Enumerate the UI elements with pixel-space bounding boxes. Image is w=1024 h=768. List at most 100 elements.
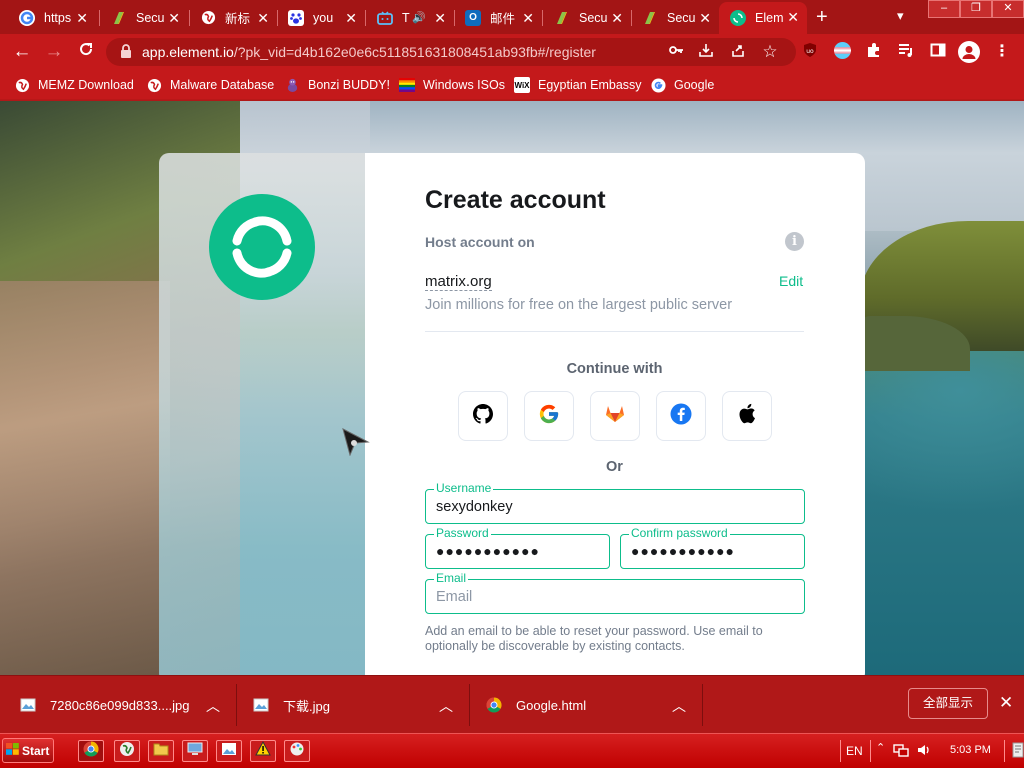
info-icon[interactable]: i <box>785 232 804 251</box>
close-icon[interactable]: ✕ <box>522 10 534 27</box>
monitor-icon <box>187 742 203 761</box>
clock[interactable]: 5:03 PM <box>950 744 991 756</box>
download-item[interactable]: 7280c86e099d833....jpg <box>20 676 190 734</box>
minimize-button[interactable]: – <box>928 0 960 18</box>
taskbar-paint-button[interactable] <box>284 740 310 762</box>
sso-google-button[interactable] <box>524 391 574 441</box>
url-text[interactable]: app.element.io/?pk_vid=d4b162e0e6c511851… <box>142 44 596 60</box>
share-icon[interactable] <box>728 42 748 62</box>
bookmark-label: Bonzi BUDDY! <box>308 78 390 92</box>
show-all-downloads-button[interactable]: 全部显示 <box>908 688 988 719</box>
tab-title: you <box>313 10 334 25</box>
tab-8[interactable]: Secu ✕ <box>631 3 719 32</box>
download-item[interactable]: Google.html <box>486 676 586 734</box>
download-separator <box>702 684 703 726</box>
media-queue-icon[interactable] <box>896 42 916 62</box>
bookmark-bonzi-buddy[interactable]: Bonzi BUDDY! <box>284 76 390 94</box>
close-icon[interactable]: ✕ <box>787 9 799 26</box>
tab-element-active[interactable]: Elem ✕ <box>719 2 807 34</box>
close-window-button[interactable]: ✕ <box>992 0 1024 18</box>
image-file-icon <box>20 697 36 713</box>
language-indicator[interactable]: EN <box>846 744 863 758</box>
network-icon[interactable] <box>892 742 910 761</box>
image-file-icon <box>221 742 237 761</box>
close-icon[interactable]: ✕ <box>434 10 446 27</box>
tab-3[interactable]: 新标 ✕ <box>189 3 277 32</box>
puzzle-icon[interactable] <box>864 42 884 62</box>
svg-text:uo: uo <box>806 48 814 55</box>
confirm-password-field[interactable]: Confirm password ●●●●●●●●●●● <box>620 527 805 569</box>
tab-2[interactable]: Secu ✕ <box>100 3 188 32</box>
tray-expand-icon[interactable]: ⌃ <box>876 741 885 754</box>
bookmark-google[interactable]: Google <box>650 76 714 94</box>
chevron-up-icon[interactable]: ︿ <box>439 696 453 716</box>
start-button[interactable]: Start <box>2 738 54 763</box>
sso-gitlab-button[interactable] <box>590 391 640 441</box>
forward-button[interactable]: → <box>42 40 66 64</box>
bookmark-memz[interactable]: MEMZ Download <box>14 76 134 94</box>
tab-4[interactable]: you ✕ <box>277 3 365 32</box>
globe-icon <box>146 77 162 93</box>
close-icon[interactable]: ✕ <box>611 10 623 27</box>
download-item[interactable]: 下载.jpg <box>253 676 330 734</box>
back-button[interactable]: ← <box>10 40 34 64</box>
maximize-button[interactable]: ❐ <box>960 0 992 18</box>
chevron-up-icon[interactable]: ︿ <box>672 696 686 716</box>
close-icon[interactable]: ✕ <box>257 10 269 27</box>
chevron-up-icon[interactable]: ︿ <box>206 696 220 716</box>
tab-6[interactable]: O 邮件 ✕ <box>454 3 542 32</box>
bookmark-egyptian-embassy[interactable]: WiX Egyptian Embassy <box>514 76 642 94</box>
tab-7[interactable]: Secu ✕ <box>543 3 631 32</box>
key-icon[interactable] <box>666 42 686 62</box>
edit-server-link[interactable]: Edit <box>779 273 803 289</box>
volume-icon[interactable] <box>916 742 932 761</box>
close-icon[interactable]: ✕ <box>999 693 1013 713</box>
download-separator <box>236 684 237 726</box>
action-center-icon[interactable] <box>1012 742 1024 761</box>
star-icon[interactable]: ☆ <box>760 42 780 62</box>
lock-icon[interactable] <box>118 43 134 59</box>
reload-button[interactable] <box>74 40 98 64</box>
windows-logo-icon <box>6 743 19 758</box>
page-viewport: Create account Host account on i matrix.… <box>0 101 1024 675</box>
profile-avatar[interactable] <box>958 41 980 63</box>
email-field[interactable]: Email Email <box>425 572 805 614</box>
tab-strip: https ✕ Secu ✕ 新标 ✕ you ✕ T 🔊 ✕ O 邮件 ✕ S… <box>0 0 1024 34</box>
bookmark-malware-database[interactable]: Malware Database <box>146 76 274 94</box>
speaker-icon[interactable]: 🔊 <box>412 11 426 24</box>
tray-separator <box>1004 740 1005 762</box>
close-icon[interactable]: ✕ <box>76 10 88 27</box>
taskbar-warning-button[interactable] <box>250 740 276 762</box>
taskbar-explorer-button[interactable] <box>148 740 174 762</box>
sso-github-button[interactable] <box>458 391 508 441</box>
address-bar[interactable]: app.element.io/?pk_vid=d4b162e0e6c511851… <box>106 38 796 66</box>
security-site-icon <box>642 10 658 26</box>
register-form-panel: Create account Host account on i matrix.… <box>365 153 865 675</box>
github-icon <box>473 403 493 429</box>
taskbar-control-panel-button[interactable] <box>182 740 208 762</box>
password-field[interactable]: Password ●●●●●●●●●●● <box>425 527 610 569</box>
sso-facebook-button[interactable] <box>656 391 706 441</box>
sso-apple-button[interactable] <box>722 391 772 441</box>
browser-toolbar: ← → app.element.io/?pk_vid=d4b162e0e6c51… <box>0 34 1024 70</box>
tab-search-chevron-icon[interactable]: ▾ <box>897 8 904 24</box>
username-field[interactable]: Username sexydonkey <box>425 482 805 524</box>
taskbar-image-viewer-button[interactable] <box>216 740 242 762</box>
close-icon[interactable]: ✕ <box>345 10 357 27</box>
new-tab-button[interactable]: + <box>816 6 828 29</box>
close-icon[interactable]: ✕ <box>699 10 711 27</box>
tab-1[interactable]: https ✕ <box>8 3 96 32</box>
menu-kebab-icon[interactable]: ⋮ <box>992 42 1012 62</box>
taskbar-chrome-button[interactable] <box>78 740 104 762</box>
ublock-icon[interactable]: uo <box>800 42 820 62</box>
install-app-icon[interactable] <box>696 42 716 62</box>
google-icon <box>19 9 35 26</box>
baidu-paw-icon <box>288 9 304 26</box>
side-panel-icon[interactable] <box>928 42 948 62</box>
bookmark-windows-isos[interactable]: Windows ISOs <box>399 76 505 94</box>
downloads-bar: 7280c86e099d833....jpg ︿ 下载.jpg ︿ Google… <box>0 675 1024 733</box>
close-icon[interactable]: ✕ <box>168 10 180 27</box>
taskbar-browser-button[interactable] <box>114 740 140 762</box>
flag-extension-icon[interactable] <box>832 42 852 62</box>
tab-5[interactable]: T 🔊 ✕ <box>366 3 454 32</box>
